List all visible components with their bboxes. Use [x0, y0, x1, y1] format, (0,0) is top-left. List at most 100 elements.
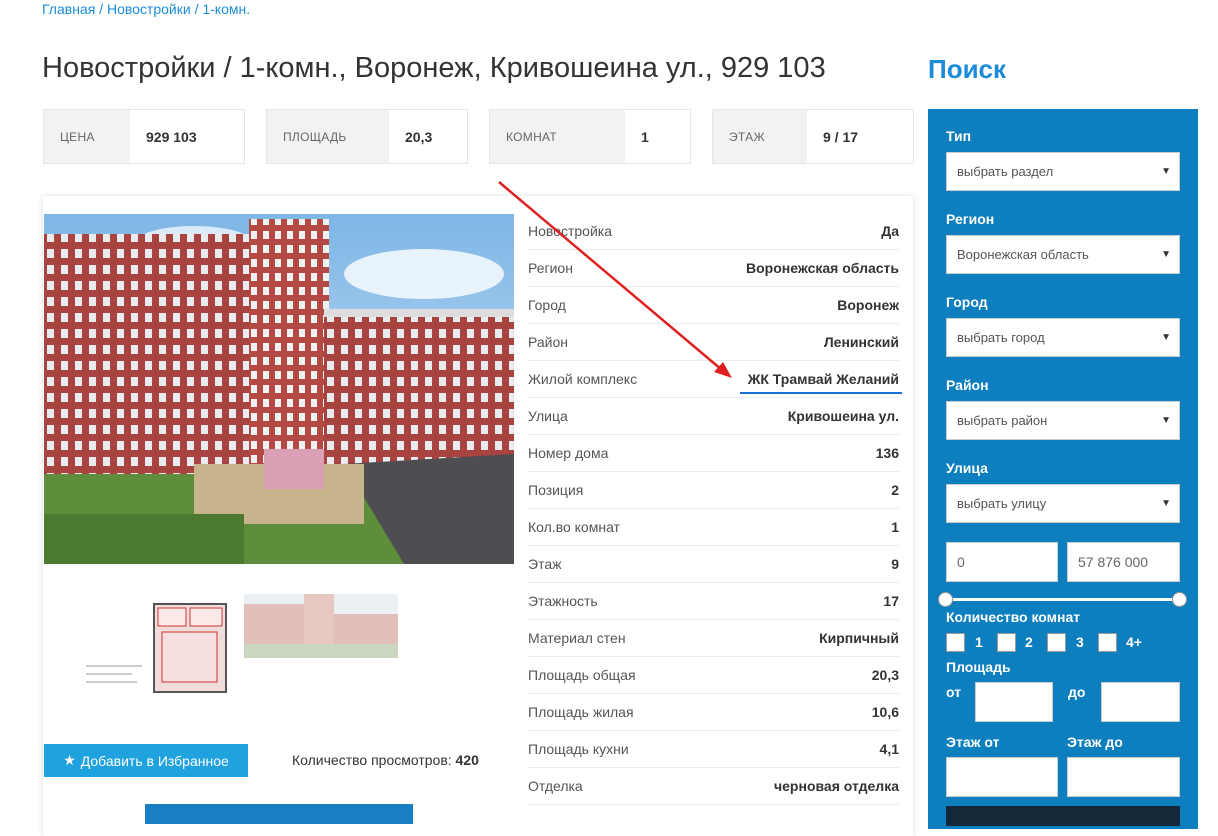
- area-label: Площадь: [946, 659, 1011, 675]
- breadcrumb-current-link[interactable]: 1-комн.: [202, 1, 250, 17]
- property-value: 9: [891, 556, 899, 572]
- property-row: Город Воронеж: [528, 287, 899, 324]
- property-row: Отделка черновая отделка: [528, 768, 899, 805]
- property-value: 1: [891, 519, 899, 535]
- property-key: Материал стен: [528, 630, 626, 646]
- property-key: Улица: [528, 408, 568, 424]
- property-key: Новостройка: [528, 223, 612, 239]
- floor-from-input[interactable]: [946, 757, 1058, 797]
- property-key: Жилой комплекс: [528, 371, 638, 387]
- page-title: Новостройки / 1-комн., Воронеж, Кривошеи…: [42, 52, 826, 84]
- stat-value: 9 / 17: [823, 128, 859, 145]
- property-value: 136: [875, 445, 899, 461]
- area-to-input[interactable]: [1101, 682, 1180, 722]
- area-from-label: от: [946, 684, 962, 700]
- price-slider-max-handle[interactable]: [1172, 592, 1187, 607]
- contact-button[interactable]: [145, 804, 413, 824]
- breadcrumb: Главная / Новостройки / 1-комн.: [42, 1, 250, 17]
- floorplan-thumbnail[interactable]: [82, 596, 232, 702]
- city-select[interactable]: выбрать город ▼: [946, 318, 1180, 357]
- breadcrumb-home-link[interactable]: Главная: [42, 1, 95, 17]
- city-select-value: выбрать город: [957, 330, 1045, 345]
- stat-area: ПЛОЩАДЬ 20,3: [266, 109, 468, 164]
- street-select-value: выбрать улицу: [957, 496, 1047, 511]
- property-key: Позиция: [528, 482, 584, 498]
- annotation-underline: [740, 392, 902, 394]
- price-min-input[interactable]: 0: [946, 542, 1058, 582]
- rooms-label: Количество комнат: [946, 609, 1081, 625]
- property-key: Город: [528, 297, 566, 313]
- rooms-checkbox-3[interactable]: [1047, 633, 1066, 652]
- street-select[interactable]: выбрать улицу ▼: [946, 484, 1180, 523]
- city-label: Город: [946, 294, 988, 310]
- property-key: Этаж: [528, 556, 562, 572]
- property-row: Номер дома 136: [528, 435, 899, 472]
- region-label: Регион: [946, 211, 995, 227]
- caret-down-icon: ▼: [1161, 332, 1171, 343]
- property-key: Номер дома: [528, 445, 609, 461]
- stat-floor: ЭТАЖ 9 / 17: [712, 109, 914, 164]
- rooms-option-label: 1: [975, 634, 983, 650]
- property-row: Район Ленинский: [528, 324, 899, 361]
- breadcrumb-section-link[interactable]: Новостройки: [107, 1, 191, 17]
- property-value: Кривошеина ул.: [787, 408, 899, 424]
- district-select[interactable]: выбрать район ▼: [946, 401, 1180, 440]
- property-value: Ленинский: [823, 334, 899, 350]
- floor-to-input[interactable]: [1067, 757, 1180, 797]
- property-key: Район: [528, 334, 568, 350]
- price-slider-track[interactable]: [946, 598, 1180, 601]
- property-value: 20,3: [871, 667, 899, 683]
- stat-price: ЦЕНА 929 103: [43, 109, 245, 164]
- stat-rooms: КОМНАТ 1: [489, 109, 691, 164]
- floor-from-label: Этаж от: [946, 734, 1000, 750]
- residential-complex-link[interactable]: ЖК Трамвай Желаний: [748, 371, 899, 387]
- add-to-favorites-button[interactable]: ★ Добавить в Избранное: [44, 744, 248, 777]
- property-row: Новостройка Да: [528, 213, 899, 250]
- property-row: Позиция 2: [528, 472, 899, 509]
- views-label: Количество просмотров:: [292, 752, 452, 768]
- property-key: Площадь общая: [528, 667, 636, 683]
- property-key: Отделка: [528, 778, 583, 794]
- breadcrumb-separator: /: [190, 1, 203, 17]
- caret-down-icon: ▼: [1161, 249, 1171, 260]
- stat-label: ПЛОЩАДЬ: [267, 110, 389, 163]
- property-key: Этажность: [528, 593, 598, 609]
- property-value: 17: [883, 593, 899, 609]
- floor-to-label: Этаж до: [1067, 734, 1123, 750]
- property-list: Новостройка Да Регион Воронежская область …: [528, 213, 899, 805]
- area-from-input[interactable]: [975, 682, 1053, 722]
- search-submit-button[interactable]: [946, 806, 1180, 826]
- add-to-favorites-label: Добавить в Избранное: [80, 752, 229, 769]
- property-value: 4,1: [879, 741, 899, 757]
- price-max-input[interactable]: 57 876 000: [1067, 542, 1180, 582]
- search-title: Поиск: [928, 54, 1007, 84]
- area-to-label: до: [1068, 684, 1086, 700]
- rooms-checkbox-4plus[interactable]: [1098, 633, 1117, 652]
- breadcrumb-separator: /: [95, 1, 107, 17]
- property-row: Регион Воронежская область: [528, 250, 899, 287]
- property-row: Кол.во комнат 1: [528, 509, 899, 546]
- property-value: 2: [891, 482, 899, 498]
- type-select-value: выбрать раздел: [957, 164, 1054, 179]
- views-counter: Количество просмотров: 420: [292, 752, 479, 768]
- caret-down-icon: ▼: [1161, 415, 1171, 426]
- building-thumbnail[interactable]: [244, 594, 398, 658]
- rooms-checkbox-2[interactable]: [997, 633, 1016, 652]
- main-photo[interactable]: [44, 214, 514, 564]
- price-slider-min-handle[interactable]: [938, 592, 953, 607]
- type-select[interactable]: выбрать раздел ▼: [946, 152, 1180, 191]
- star-icon: ★: [63, 752, 76, 768]
- property-row: Площадь жилая 10,6: [528, 694, 899, 731]
- property-row: Этажность 17: [528, 583, 899, 620]
- property-value: Воронеж: [837, 297, 899, 313]
- property-row: Площадь общая 20,3: [528, 657, 899, 694]
- property-value: черновая отделка: [774, 778, 899, 794]
- property-row: Материал стен Кирпичный: [528, 620, 899, 657]
- property-row: Площадь кухни 4,1: [528, 731, 899, 768]
- stat-label: КОМНАТ: [490, 110, 625, 163]
- property-value: 10,6: [871, 704, 899, 720]
- rooms-checkbox-1[interactable]: [946, 633, 965, 652]
- rooms-option-label: 4+: [1126, 634, 1142, 650]
- district-label: Район: [946, 377, 989, 393]
- region-select[interactable]: Воронежская область ▼: [946, 235, 1180, 274]
